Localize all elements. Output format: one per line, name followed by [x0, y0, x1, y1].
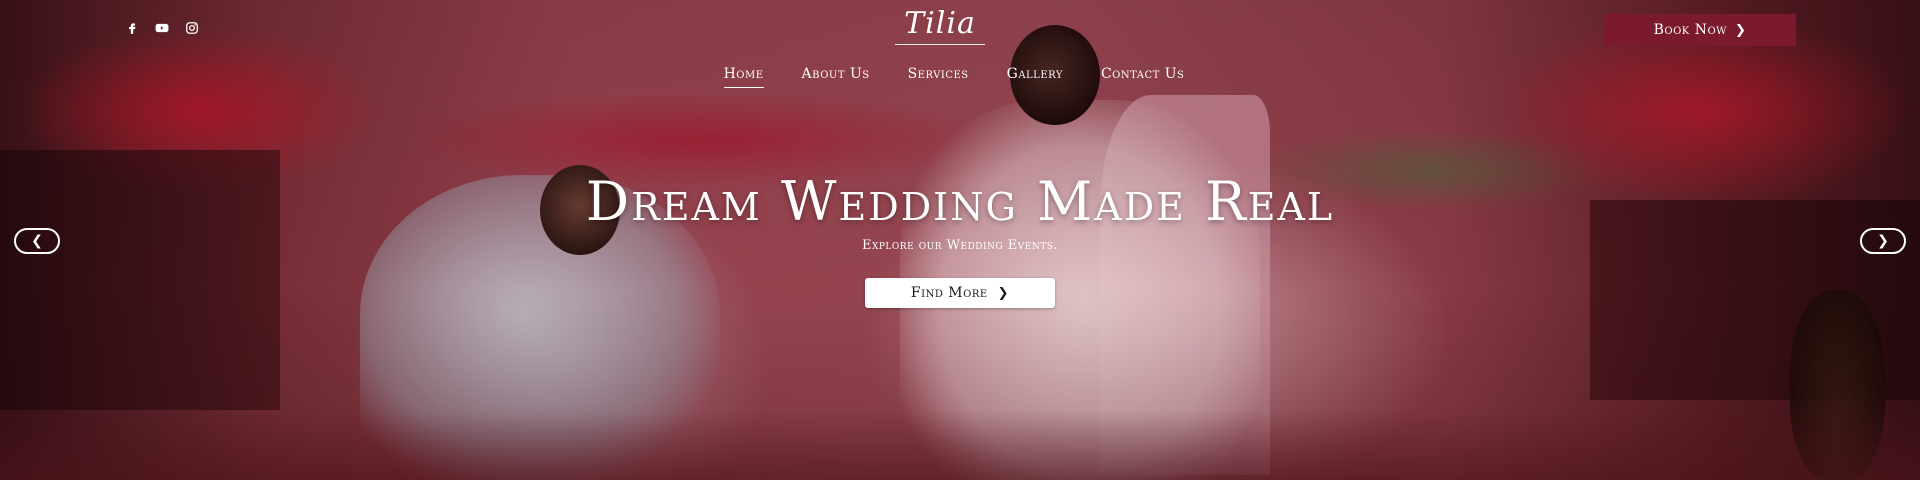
chevron-left-icon: ❮	[31, 233, 43, 249]
nav-item-gallery[interactable]: Gallery	[1007, 66, 1063, 82]
chevron-right-icon: ❯	[997, 285, 1010, 301]
slider-prev-button[interactable]: ❮	[14, 228, 60, 254]
nav-item-about-us[interactable]: About Us	[802, 66, 870, 82]
hero-subtitle: Explore our Wedding Events.	[861, 238, 1058, 253]
brand-logo[interactable]: Tilia	[885, 6, 995, 48]
youtube-icon[interactable]	[154, 20, 170, 36]
find-more-button[interactable]: Find More ❯	[865, 278, 1055, 308]
find-more-label: Find More	[910, 285, 988, 301]
hero-title: Dream Wedding Made Real	[585, 170, 1335, 233]
chevron-right-icon: ❯	[1877, 233, 1889, 249]
chevron-right-icon: ❯	[1734, 22, 1747, 38]
hero-banner: Tilia Home About Us Services Gallery Con…	[0, 0, 1920, 480]
social-links	[124, 20, 200, 36]
nav-item-services[interactable]: Services	[908, 66, 969, 82]
facebook-icon[interactable]	[124, 20, 140, 36]
nav-item-home[interactable]: Home	[723, 66, 764, 88]
instagram-icon[interactable]	[184, 20, 200, 36]
book-now-label: Book Now	[1653, 22, 1727, 38]
main-nav: Home About Us Services Gallery Contact U…	[0, 66, 1914, 88]
book-now-button[interactable]: Book Now ❯	[1604, 14, 1796, 46]
nav-item-contact-us[interactable]: Contact Us	[1101, 66, 1184, 82]
brand-logo-text: Tilia	[904, 6, 976, 41]
slider-next-button[interactable]: ❯	[1860, 228, 1906, 254]
logo-underline	[895, 44, 985, 45]
